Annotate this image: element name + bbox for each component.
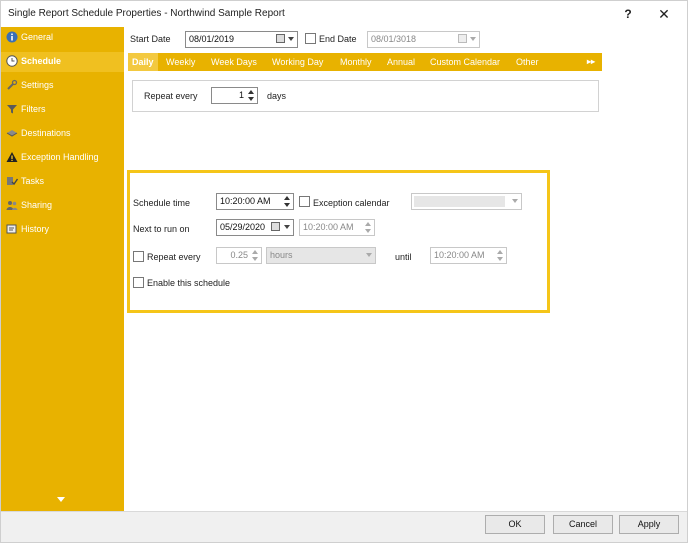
- tab-custom-calendar[interactable]: Custom Calendar: [426, 53, 504, 71]
- spinner-arrows-icon: [496, 249, 505, 262]
- until-time-input[interactable]: 10:20:00 AM: [430, 247, 507, 264]
- sidebar-item-sharing[interactable]: Sharing: [1, 196, 124, 216]
- daily-unit-label: days: [267, 91, 287, 101]
- sidebar-item-label: Sharing: [21, 200, 53, 210]
- sidebar-item-label: Tasks: [21, 176, 45, 186]
- recurrence-tabs: Daily Weekly Week Days Working Day Month…: [128, 53, 602, 71]
- sidebar-item-label: Destinations: [21, 128, 71, 138]
- sidebar-item-label: History: [21, 224, 50, 234]
- daily-repeat-value: 1: [238, 90, 244, 100]
- history-icon: [5, 223, 18, 236]
- tab-weekly[interactable]: Weekly: [162, 53, 199, 71]
- tab-other[interactable]: Other: [512, 53, 543, 71]
- schedule-time-input[interactable]: 10:20:00 AM: [216, 193, 294, 210]
- sidebar-item-label: General: [21, 32, 54, 42]
- chevron-down-icon[interactable]: [57, 497, 65, 502]
- end-date-label: End Date: [319, 34, 357, 44]
- schedule-time-value: 10:20:00 AM: [220, 196, 271, 206]
- end-date-value: 08/01/3018: [371, 34, 417, 44]
- repeat-interval-stepper[interactable]: 0.25: [216, 247, 262, 264]
- end-date-checkbox[interactable]: [305, 33, 316, 44]
- chevron-down-icon: [366, 253, 372, 257]
- close-button[interactable]: ✕: [653, 4, 675, 24]
- dialog-footer: OK Cancel Apply: [1, 511, 687, 542]
- tab-annual[interactable]: Annual: [383, 53, 419, 71]
- sidebar-item-history[interactable]: History: [1, 220, 124, 240]
- sidebar-item-destinations[interactable]: Destinations: [1, 124, 124, 144]
- start-date-picker[interactable]: 08/01/2019: [185, 31, 298, 48]
- spinner-arrows-icon: [251, 249, 260, 262]
- sidebar-item-label: Exception Handling: [21, 152, 99, 162]
- sidebar-item-label: Schedule: [21, 56, 62, 66]
- chevron-down-icon: [470, 37, 476, 41]
- chevron-down-icon: [284, 225, 290, 229]
- repeat-unit-value: hours: [270, 250, 293, 260]
- sharing-icon: [5, 199, 18, 212]
- spinner-arrows-icon: [364, 221, 373, 234]
- tasks-icon: [5, 175, 18, 188]
- sidebar-item-label: Settings: [21, 80, 54, 90]
- calendar-icon: [276, 34, 285, 43]
- next-run-date-picker[interactable]: 05/29/2020: [216, 219, 294, 236]
- apply-button[interactable]: Apply: [619, 515, 679, 534]
- next-run-date-value: 05/29/2020: [220, 222, 266, 232]
- clock-icon: [5, 55, 18, 68]
- sidebar-item-settings[interactable]: Settings: [1, 76, 124, 96]
- repeat-every-checkbox[interactable]: [133, 251, 144, 262]
- enable-schedule-checkbox[interactable]: [133, 277, 144, 288]
- start-date-label: Start Date: [130, 34, 171, 44]
- spinner-arrows-icon[interactable]: [283, 195, 292, 208]
- destination-icon: [5, 127, 18, 140]
- window-title: Single Report Schedule Properties - Nort…: [8, 8, 285, 19]
- wrench-icon: [5, 79, 18, 92]
- calendar-icon: [458, 34, 467, 43]
- cancel-button[interactable]: Cancel: [553, 515, 613, 534]
- schedule-properties-dialog: Single Report Schedule Properties - Nort…: [0, 0, 688, 543]
- repeat-unit-select[interactable]: hours: [266, 247, 376, 264]
- tab-working-day[interactable]: Working Day: [268, 53, 327, 71]
- end-date-picker[interactable]: 08/01/3018: [367, 31, 480, 48]
- calendar-icon: [271, 222, 280, 231]
- next-run-time-value: 10:20:00 AM: [303, 222, 354, 232]
- exception-calendar-checkbox[interactable]: [299, 196, 310, 207]
- sidebar-item-tasks[interactable]: Tasks: [1, 172, 124, 192]
- repeat-interval-value: 0.25: [230, 250, 248, 260]
- chevron-down-icon: [512, 199, 518, 203]
- daily-repeat-stepper[interactable]: 1: [211, 87, 258, 104]
- chevron-down-icon: [288, 37, 294, 41]
- ok-button[interactable]: OK: [485, 515, 545, 534]
- enable-schedule-label: Enable this schedule: [147, 278, 231, 288]
- filter-icon: [5, 103, 18, 116]
- sidebar-item-general[interactable]: General: [1, 28, 124, 48]
- tab-week-days[interactable]: Week Days: [207, 53, 261, 71]
- until-time-value: 10:20:00 AM: [434, 250, 485, 260]
- schedule-time-section: Schedule time 10:20:00 AM Exception cale…: [127, 170, 550, 313]
- until-label: until: [395, 252, 412, 262]
- exception-calendar-label: Exception calendar: [313, 198, 390, 208]
- next-run-label: Next to run on: [133, 224, 190, 234]
- more-tabs-icon[interactable]: ▸▸: [587, 53, 595, 71]
- daily-options-panel: Repeat every 1 days: [132, 80, 599, 112]
- sidebar-item-schedule[interactable]: Schedule: [1, 52, 124, 72]
- spinner-arrows-icon[interactable]: [247, 89, 256, 102]
- daily-repeat-label: Repeat every: [144, 91, 198, 101]
- info-icon: [5, 31, 18, 44]
- schedule-time-label: Schedule time: [133, 198, 191, 208]
- tab-daily[interactable]: Daily: [128, 53, 158, 71]
- tab-monthly[interactable]: Monthly: [336, 53, 376, 71]
- exception-calendar-select[interactable]: [411, 193, 522, 210]
- repeat-every-label: Repeat every: [147, 252, 201, 262]
- exception-calendar-value: [414, 196, 505, 207]
- sidebar-item-label: Filters: [21, 104, 46, 114]
- sidebar-item-filters[interactable]: Filters: [1, 100, 124, 120]
- next-run-time-input[interactable]: 10:20:00 AM: [299, 219, 375, 236]
- sidebar: General Schedule Settings Filters Destin…: [1, 27, 124, 511]
- sidebar-item-exception-handling[interactable]: Exception Handling: [1, 148, 124, 168]
- help-button[interactable]: ?: [617, 4, 639, 24]
- start-date-value: 08/01/2019: [189, 34, 235, 44]
- warning-icon: [5, 151, 18, 164]
- title-bar: Single Report Schedule Properties - Nort…: [1, 1, 687, 27]
